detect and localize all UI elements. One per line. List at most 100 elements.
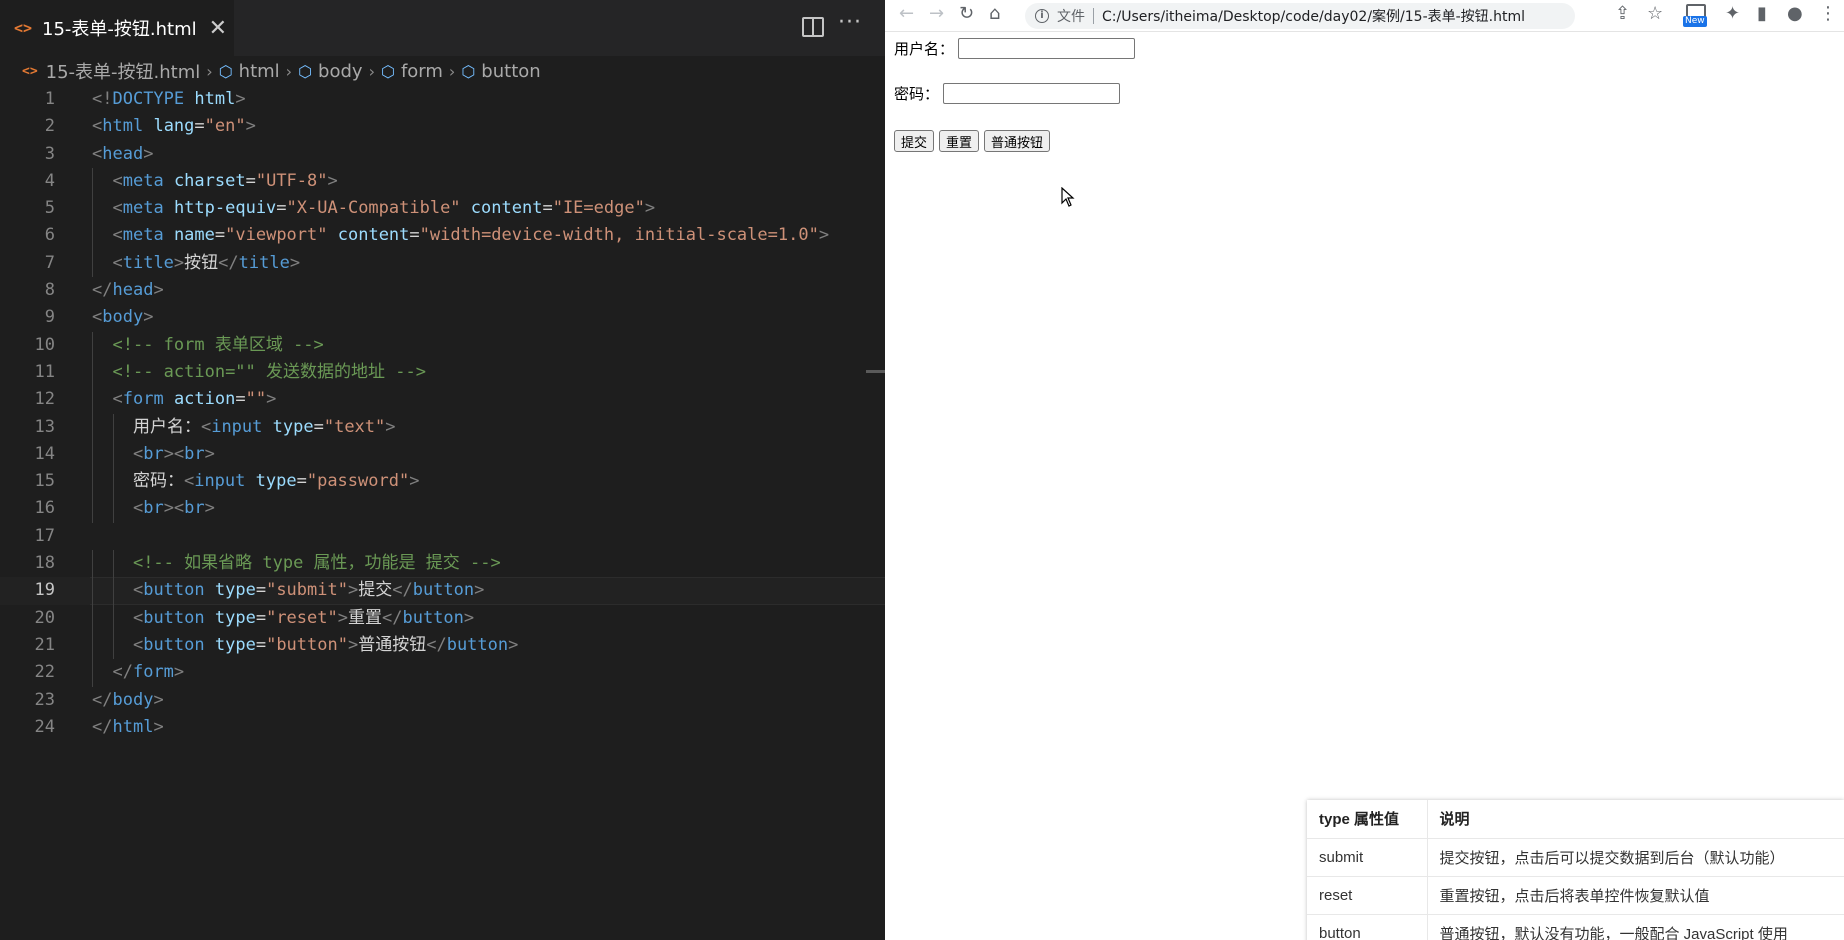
header-description: 说明	[1427, 800, 1844, 839]
new-feature-icon[interactable]: New	[1683, 4, 1709, 28]
code-token: <	[112, 198, 123, 219]
code-line[interactable]: 5 <meta http-equiv="X-UA-Compatible" con…	[0, 195, 885, 223]
submit-button[interactable]: 提交	[894, 130, 935, 152]
code-line[interactable]: 9 <body>	[0, 304, 885, 331]
split-editor-icon[interactable]	[802, 17, 824, 37]
code-token: 重置	[347, 607, 382, 628]
side-panel-icon[interactable]: ▮	[1757, 3, 1767, 24]
code-token: >	[153, 689, 164, 710]
code-line[interactable]: 17	[0, 523, 885, 550]
code-editor[interactable]: <> 15-表单-按钮.html ✕ ··· <> 15-表单-按钮.html …	[0, 0, 885, 940]
code-token: </	[381, 607, 403, 628]
password-row: 密码：	[894, 83, 1121, 104]
code-token: >	[245, 116, 256, 137]
code-line[interactable]: 8 </head>	[0, 277, 885, 304]
code-token: =	[214, 225, 226, 246]
code-token: content	[470, 198, 543, 219]
tab-15-form-button[interactable]: <> 15-表单-按钮.html ✕	[0, 0, 234, 56]
code-token: </	[92, 716, 113, 737]
code-line[interactable]: 22 </form>	[0, 659, 885, 687]
code-line[interactable]: 11 <!-- action="" 发送数据的地址 -->	[0, 358, 885, 387]
code-line[interactable]: 16 <br><br>	[0, 495, 885, 523]
line-source: <button type="reset">重置</button>	[92, 605, 474, 632]
code-token: <	[92, 143, 103, 164]
code-line[interactable]: 18 <!-- 如果省略 type 属性，功能是 提交 -->	[0, 550, 885, 578]
breadcrumb-body[interactable]: body	[318, 61, 363, 82]
code-line[interactable]: 1 <!DOCTYPE html>	[0, 86, 885, 113]
line-number: 24	[34, 716, 55, 737]
line-number: 6	[44, 225, 55, 246]
code-token: >	[347, 634, 359, 655]
code-token: html	[194, 89, 236, 109]
code-line[interactable]: 4 <meta charset="UTF-8">	[0, 167, 885, 196]
code-token: >	[474, 580, 485, 601]
breadcrumb-html[interactable]: html	[239, 61, 280, 82]
line-number: 7	[44, 252, 55, 273]
code-line[interactable]: 23 </body>	[0, 687, 885, 714]
breadcrumb-form[interactable]: form	[401, 61, 443, 82]
code-token: ""	[245, 389, 267, 410]
code-line[interactable]: 15 密码：<input type="password">	[0, 468, 885, 496]
code-token: <!-- form 表单区域 -->	[112, 334, 324, 355]
code-area[interactable]: 1 <!DOCTYPE html> 2 <html lang="en"> 3 <head>…	[0, 86, 885, 741]
breadcrumb-file[interactable]: 15-表单-按钮.html	[46, 58, 201, 84]
code-token: <	[112, 170, 123, 191]
code-line[interactable]: 19 <button type="submit">提交</button>	[0, 577, 885, 605]
code-token: >	[385, 416, 396, 437]
code-token: 密码：	[92, 471, 184, 492]
url-text[interactable]: C:/Users/itheima/Desktop/code/day02/案例/1…	[1102, 6, 1525, 26]
bookmark-star-icon[interactable]: ☆	[1647, 3, 1663, 24]
code-token: "button"	[266, 634, 348, 655]
line-source: <br><br>	[92, 441, 215, 468]
code-token: </	[112, 662, 133, 683]
share-icon[interactable]: ⇪	[1615, 3, 1630, 24]
address-bar[interactable]: i 文件 C:/Users/itheima/Desktop/code/day02…	[1025, 3, 1575, 29]
code-line[interactable]: 6 <meta name="viewport" content="width=d…	[0, 222, 885, 250]
code-token: >	[266, 389, 277, 410]
line-source: <meta http-equiv="X-UA-Compatible" conte…	[92, 195, 655, 222]
code-token: =	[235, 389, 246, 410]
home-icon[interactable]: ⌂	[989, 3, 1000, 24]
code-token: >	[204, 498, 215, 519]
code-token: form	[122, 389, 164, 410]
password-input[interactable]	[943, 83, 1121, 104]
code-token: meta	[122, 225, 164, 246]
code-line[interactable]: 12 <form action="">	[0, 386, 885, 414]
forward-arrow-icon[interactable]: →	[929, 3, 944, 24]
reset-button[interactable]: 重置	[939, 130, 980, 152]
scrollbar-marker[interactable]	[866, 370, 885, 373]
code-line[interactable]: 20 <button type="reset">重置</button>	[0, 604, 885, 632]
code-line[interactable]: 3 <head>	[0, 141, 885, 168]
editor-tab-bar: <> 15-表单-按钮.html ✕ ···	[0, 0, 885, 56]
code-line[interactable]: 14 <br><br>	[0, 440, 885, 469]
code-line[interactable]: 13 用户名：<input type="text">	[0, 413, 885, 441]
more-actions-icon[interactable]: ···	[838, 10, 862, 35]
code-line[interactable]: 2 <html lang="en">	[0, 113, 885, 140]
back-arrow-icon[interactable]: ←	[899, 3, 914, 24]
close-icon[interactable]: ✕	[209, 16, 227, 41]
info-icon[interactable]: i	[1035, 9, 1049, 23]
code-token: >	[173, 252, 185, 273]
line-source: <form action="">	[92, 386, 276, 413]
kebab-menu-icon[interactable]: ⋮	[1819, 3, 1837, 24]
breadcrumb-button[interactable]: button	[481, 61, 540, 82]
profile-avatar-icon[interactable]: ●	[1787, 3, 1803, 24]
extensions-puzzle-icon[interactable]: ✦	[1725, 3, 1740, 24]
table-row: button 普通按钮，默认没有功能，一般配合 JavaScript 使用	[1307, 914, 1844, 940]
code-line[interactable]: 24 </html>	[0, 714, 885, 741]
reload-icon[interactable]: ↻	[959, 3, 974, 24]
code-token: button	[402, 607, 464, 628]
code-line[interactable]: 10 <!-- form 表单区域 -->	[0, 331, 885, 359]
code-line[interactable]: 21 <button type="button">普通按钮</button>	[0, 631, 885, 660]
line-source: <button type="button">普通按钮</button>	[92, 632, 518, 659]
username-input[interactable]	[958, 38, 1136, 59]
code-token: br	[143, 443, 164, 464]
plain-button[interactable]: 普通按钮	[984, 130, 1051, 152]
code-line[interactable]: 7 <title>按钮</title>	[0, 249, 885, 278]
